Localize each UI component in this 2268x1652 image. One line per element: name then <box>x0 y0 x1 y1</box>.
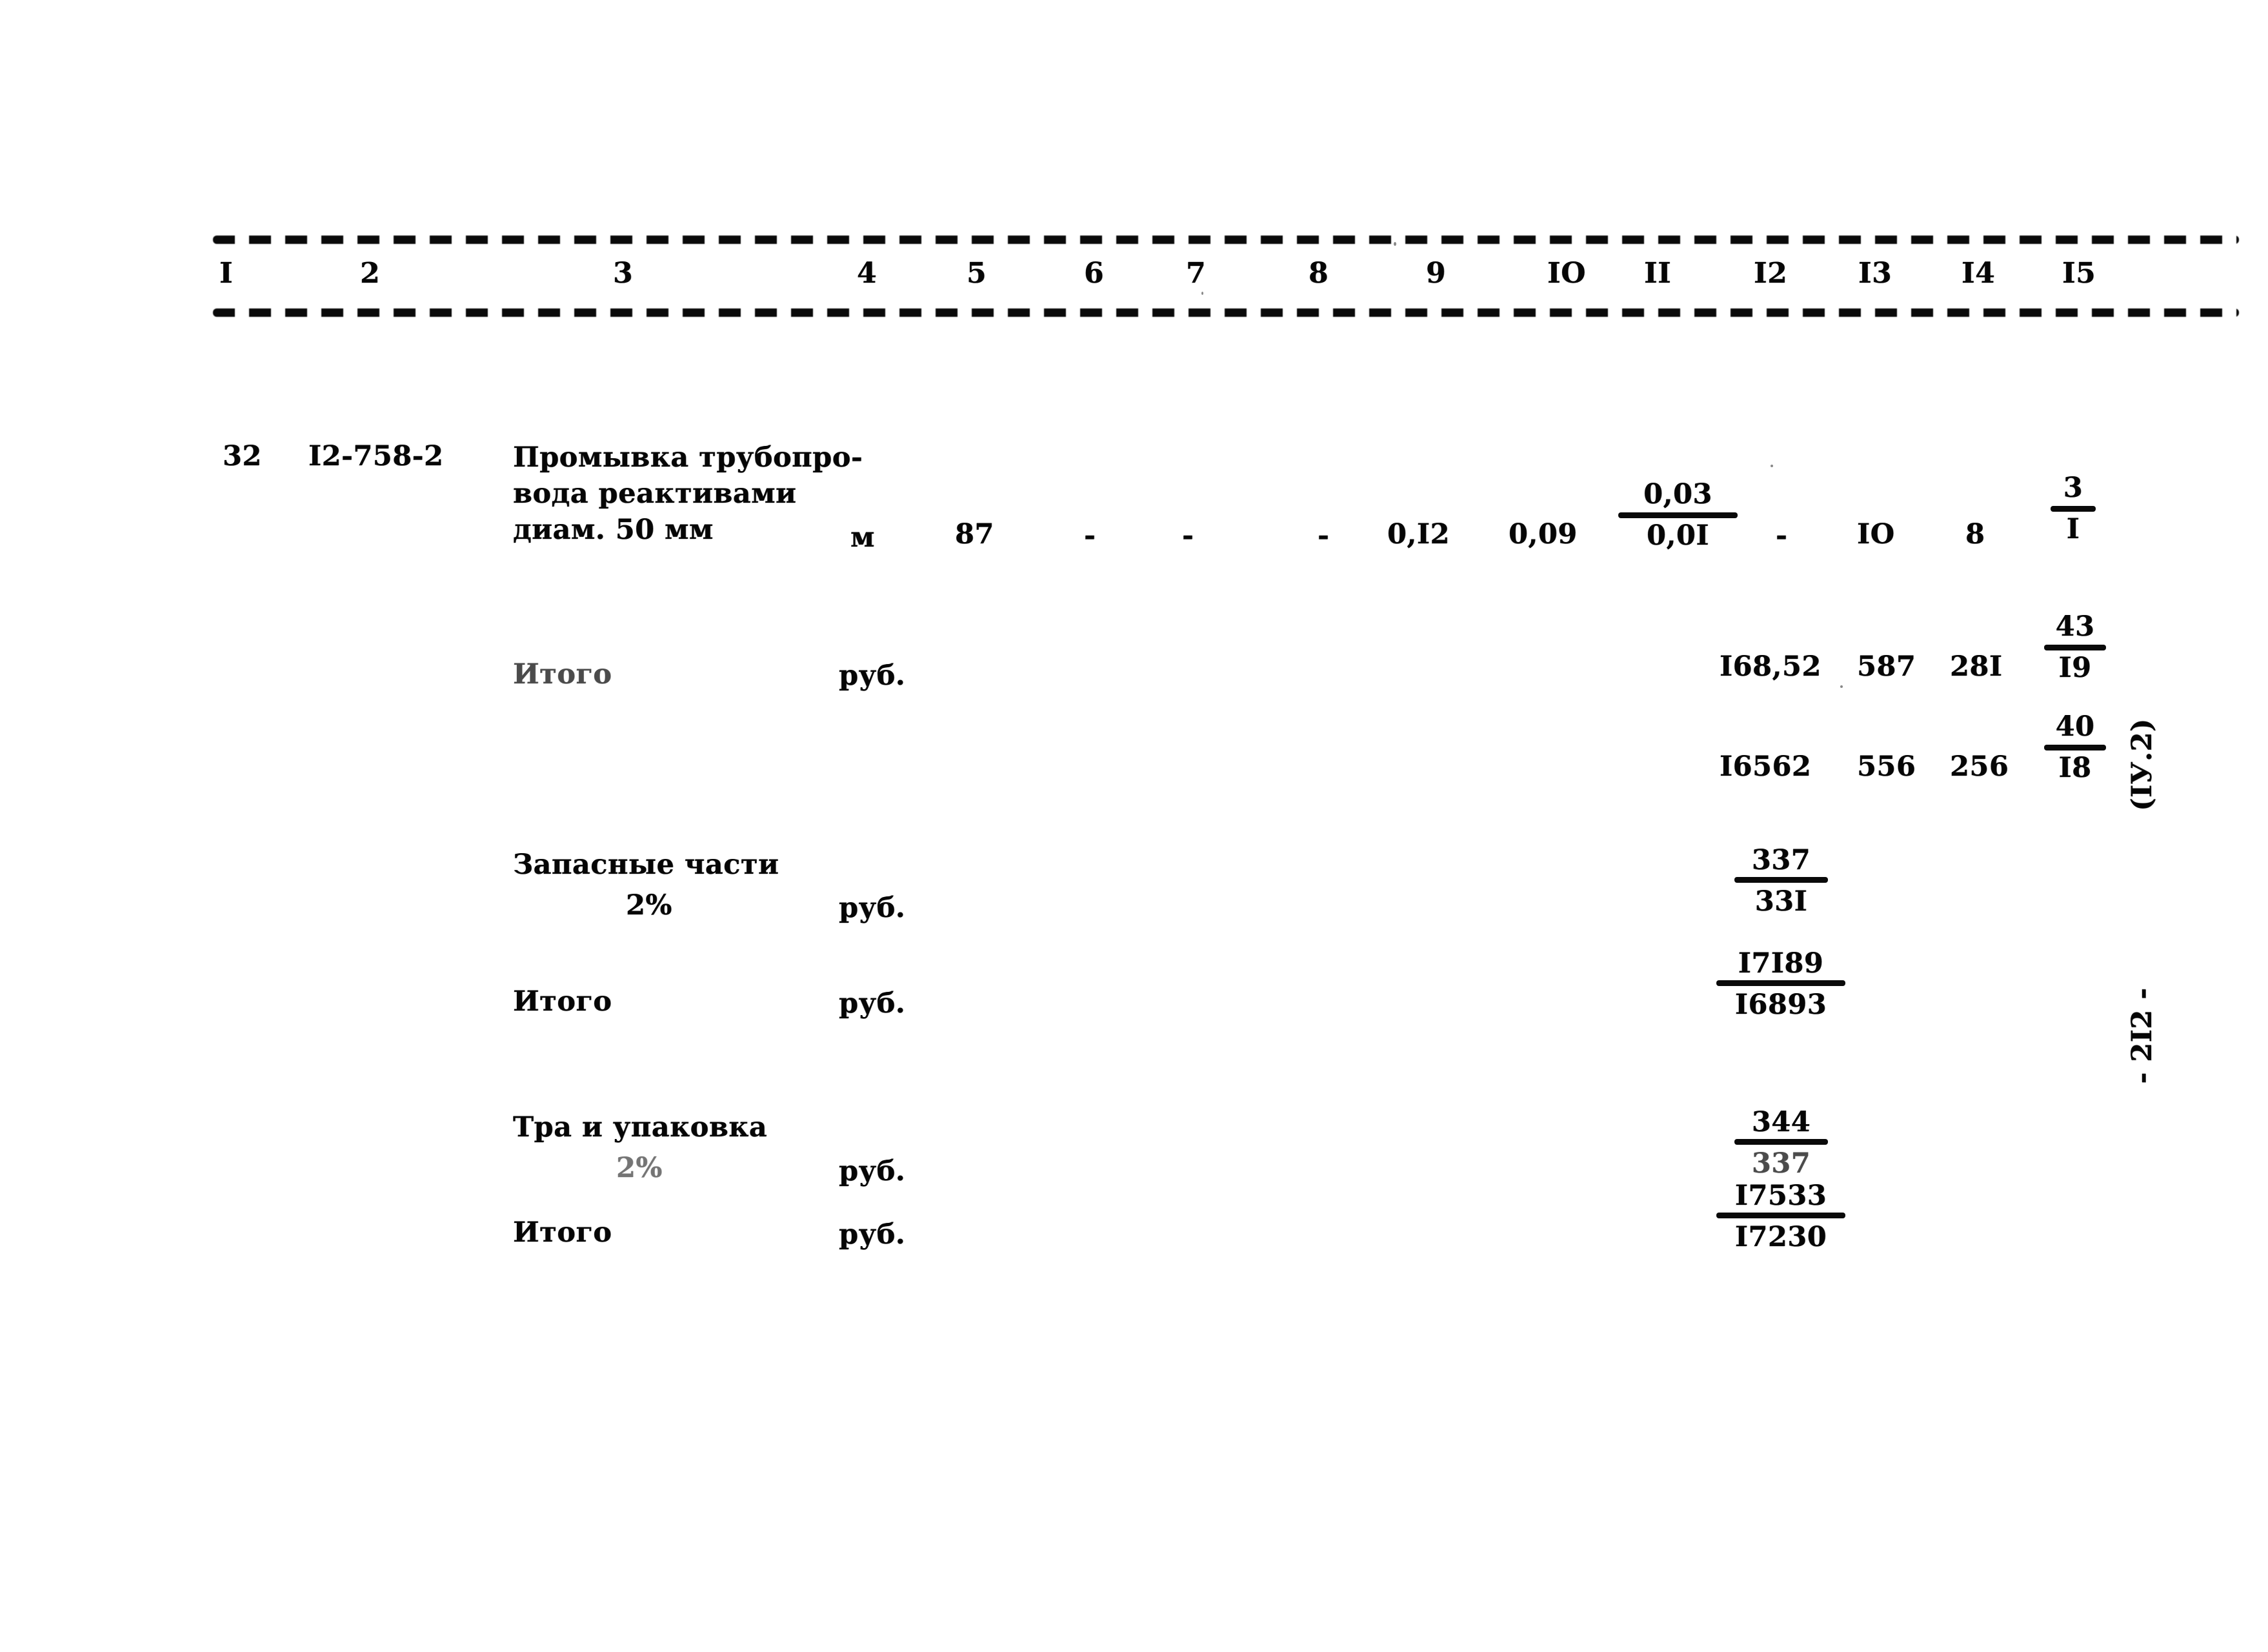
fraction-numerator: 3 <box>2063 472 2083 504</box>
row-item-col7: - <box>1318 519 1330 552</box>
section-mark: (IУ.2) <box>2126 718 2158 811</box>
column-number-7: 7 <box>1186 257 1207 290</box>
column-number-3: 3 <box>613 257 634 290</box>
document-page: I 2 3 4 5 6 7 8 9 IO II I2 I3 I4 I5 32 I… <box>0 0 2268 1652</box>
row-total-1-line2-value-c: 256 <box>1950 750 2009 783</box>
value-bottom: 337 <box>1751 1147 1811 1180</box>
row-packaging-unit: руб. <box>839 1155 906 1187</box>
row-total-1-line1-value-c: 28I <box>1950 650 2003 683</box>
row-item-col9: 0,09 <box>1509 518 1578 550</box>
row-spare-parts-unit: руб. <box>839 892 906 924</box>
row-item-col14-fraction: 3 I <box>2051 474 2096 543</box>
description-line-1: Промывка трубопро- <box>513 441 863 474</box>
row-packaging-values: 344 337 <box>1734 1109 1828 1178</box>
row-item-col8: 0,I2 <box>1387 518 1450 550</box>
column-number-15: I5 <box>2062 257 2096 290</box>
fraction-numerator: 40 <box>2055 710 2095 743</box>
column-number-4: 4 <box>857 257 878 290</box>
description-line-2: вода реактивами <box>513 477 797 510</box>
value-top: 344 <box>1751 1106 1811 1138</box>
description-line-3: диам. 50 мм <box>513 513 714 546</box>
row-item-col10-fraction: 0,03 0,0I <box>1618 481 1738 550</box>
row-item-code: I2-758-2 <box>308 440 444 472</box>
row-total-3-values: I7533 I7230 <box>1716 1182 1845 1251</box>
row-packaging-percent: 2% <box>616 1152 663 1184</box>
row-total-1-line2-fraction: 40 I8 <box>2044 713 2106 782</box>
row-total-1-line2-value-b: 556 <box>1857 750 1916 783</box>
fraction-denominator: 0,0I <box>1647 519 1709 552</box>
row-item-col13: 8 <box>1965 518 1985 550</box>
value-top: 337 <box>1751 844 1811 876</box>
page-number-mark: - 2I2 - <box>2126 987 2158 1084</box>
scan-speck <box>1840 685 1843 688</box>
value-rule <box>1734 877 1828 883</box>
fraction-denominator: I8 <box>2058 752 2092 784</box>
value-rule <box>1734 1139 1828 1145</box>
scan-speck <box>1771 465 1773 467</box>
row-item-col5: - <box>1084 519 1096 552</box>
row-total-1-line2-value-a: I6562 <box>1720 750 1812 783</box>
header-dashed-rule-top <box>213 236 2239 244</box>
column-number-11: II <box>1644 257 1672 290</box>
value-bottom: I7230 <box>1734 1221 1827 1253</box>
column-number-6: 6 <box>1084 257 1105 290</box>
header-dashed-rule-bottom <box>213 308 2239 317</box>
fraction-bar <box>1618 512 1738 518</box>
value-rule <box>1716 980 1845 986</box>
fraction-denominator: I9 <box>2058 652 2092 684</box>
row-total-1-label: Итого <box>513 658 612 690</box>
scan-speck <box>1394 242 1396 246</box>
fraction-numerator: 43 <box>2055 610 2095 643</box>
scan-speck <box>1201 292 1203 295</box>
value-top: I7533 <box>1734 1180 1827 1212</box>
row-total-1-line1-value-b: 587 <box>1857 650 1916 683</box>
column-number-2: 2 <box>360 257 381 290</box>
value-rule <box>1716 1213 1845 1218</box>
row-total-1-unit: руб. <box>839 660 906 692</box>
column-number-9: 9 <box>1426 257 1447 290</box>
row-spare-parts-values: 337 33I <box>1734 847 1828 916</box>
column-number-12: I2 <box>1754 257 1788 290</box>
fraction-bar <box>2044 745 2106 750</box>
row-item-col4: 87 <box>955 518 994 550</box>
fraction-numerator: 0,03 <box>1643 478 1712 510</box>
row-item-number: 32 <box>223 440 262 472</box>
column-number-5: 5 <box>967 257 987 290</box>
value-bottom: 33I <box>1754 885 1808 918</box>
value-bottom: I6893 <box>1734 989 1827 1021</box>
fraction-bar <box>2044 645 2106 650</box>
row-item-col11: - <box>1776 519 1788 552</box>
row-total-3-unit: руб. <box>839 1218 906 1251</box>
fraction-denominator: I <box>2066 513 2080 545</box>
column-number-8: 8 <box>1309 257 1329 290</box>
row-item-description: Промывка трубопро- вода реактивами диам.… <box>513 440 863 549</box>
row-item-col6: - <box>1182 519 1194 552</box>
column-number-1: I <box>219 257 234 290</box>
row-total-2-values: I7I89 I6893 <box>1716 950 1845 1019</box>
row-total-2-unit: руб. <box>839 987 906 1020</box>
value-top: I7I89 <box>1738 947 1824 980</box>
row-item-unit: м <box>850 521 875 554</box>
row-item-col12: IO <box>1857 518 1895 550</box>
column-number-10: IO <box>1547 257 1586 290</box>
row-total-2-label: Итого <box>513 985 612 1018</box>
row-packaging-label: Тра и упаковка <box>513 1111 768 1143</box>
row-spare-parts-label: Запасные части <box>513 849 779 881</box>
fraction-bar <box>2051 506 2096 512</box>
row-total-1-line1-fraction: 43 I9 <box>2044 613 2106 682</box>
column-number-13: I3 <box>1858 257 1892 290</box>
row-total-3-label: Итого <box>513 1216 612 1249</box>
row-total-1-line1-value-a: I68,52 <box>1720 650 1821 683</box>
column-number-14: I4 <box>1962 257 1996 290</box>
row-spare-parts-percent: 2% <box>626 889 672 922</box>
